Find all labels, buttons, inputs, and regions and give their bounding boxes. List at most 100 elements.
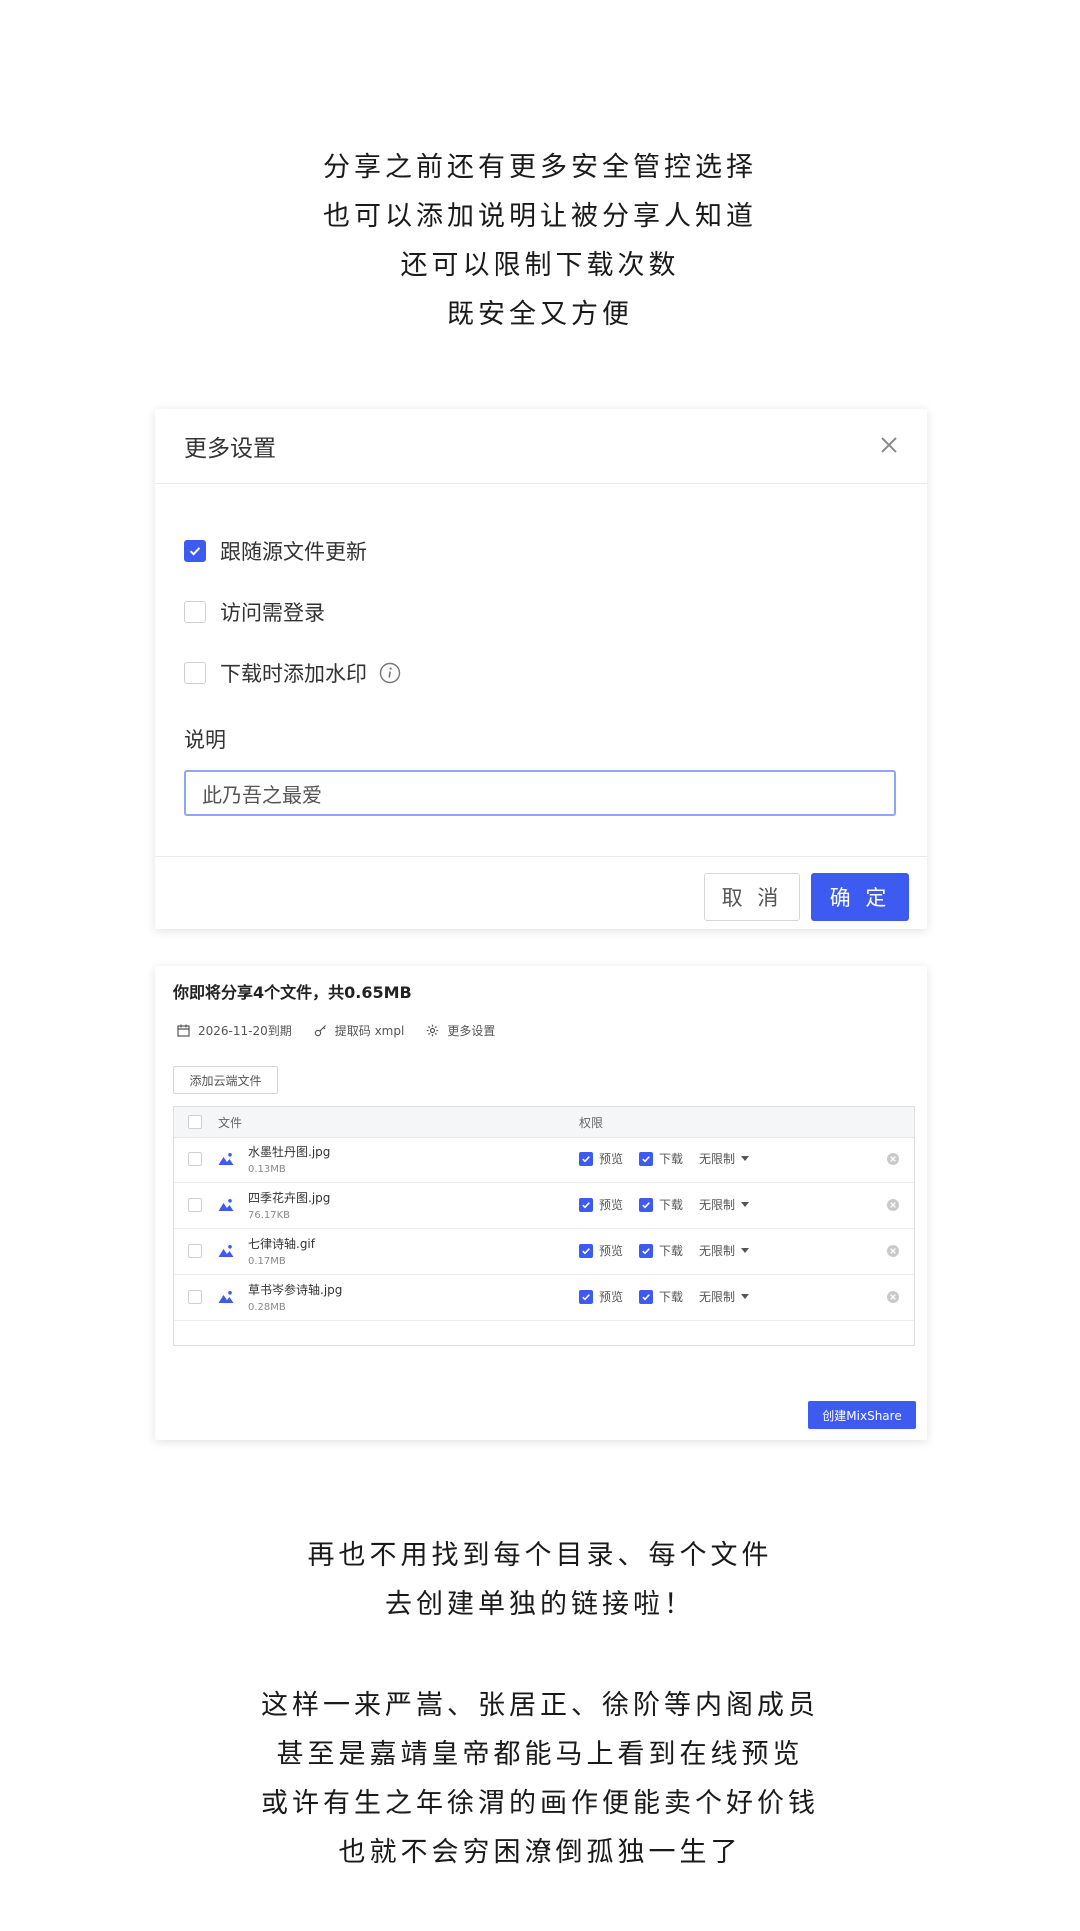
download-label: 下载 xyxy=(659,1152,684,1166)
key-icon xyxy=(314,1025,326,1037)
preview-label: 预览 xyxy=(599,1198,624,1212)
table-row: 七律诗轴.gif 0.17MB 预览 下载 无限制 xyxy=(174,1229,914,1275)
dialog-header: 更多设置 xyxy=(155,409,927,484)
permission-controls: 预览 下载 无限制 xyxy=(579,1150,750,1167)
gear-icon xyxy=(427,1024,439,1037)
info-icon[interactable] xyxy=(379,662,401,684)
download-limit-select[interactable]: 无限制 xyxy=(699,1288,750,1305)
table-row: 水墨牡丹图.jpg 0.13MB 预览 下载 无限制 xyxy=(174,1137,914,1183)
caption-line: 既安全又方便 xyxy=(447,299,633,330)
caption-middle: 再也不用找到每个目录、每个文件 去创建单独的链接啦！ xyxy=(0,1531,1080,1629)
preview-label: 预览 xyxy=(599,1244,624,1258)
download-limit-select[interactable]: 无限制 xyxy=(699,1196,750,1213)
preview-checkbox[interactable] xyxy=(579,1151,593,1166)
preview-checkbox[interactable] xyxy=(579,1289,593,1304)
option-label: 访问需登录 xyxy=(220,601,325,625)
image-file-icon xyxy=(218,1245,234,1257)
permission-controls: 预览 下载 无限制 xyxy=(579,1288,750,1305)
image-file-icon xyxy=(218,1153,234,1165)
caret-down-icon xyxy=(741,1202,750,1207)
row-checkbox[interactable] xyxy=(188,1244,202,1258)
file-name: 七律诗轴.gif xyxy=(248,1237,315,1251)
check-icon xyxy=(582,1201,590,1208)
download-limit-value: 无限制 xyxy=(699,1152,736,1166)
check-icon xyxy=(582,1155,590,1162)
caption-line: 或许有生之年徐渭的画作便能卖个好价钱 xyxy=(261,1788,819,1819)
image-file-icon xyxy=(218,1199,234,1211)
code-text: 提取码 xmpl xyxy=(334,1024,405,1038)
download-limit-select[interactable]: 无限制 xyxy=(699,1242,750,1259)
more-settings-text: 更多设置 xyxy=(447,1024,496,1038)
share-meta: 2026-11-20到期 提取码 xmpl 更多设置 xyxy=(177,1022,517,1039)
option-login-required[interactable]: 访问需登录 xyxy=(184,597,325,627)
download-checkbox[interactable] xyxy=(639,1289,654,1304)
permission-controls: 预览 下载 无限制 xyxy=(579,1196,750,1213)
check-icon xyxy=(642,1247,650,1254)
table-header: 文件 权限 xyxy=(174,1107,914,1138)
download-limit-select[interactable]: 无限制 xyxy=(699,1150,750,1167)
check-icon xyxy=(642,1155,650,1162)
caption-line: 也可以添加说明让被分享人知道 xyxy=(323,201,757,232)
check-icon xyxy=(642,1201,650,1208)
more-settings-link[interactable]: 更多设置 xyxy=(426,1022,495,1039)
caret-down-icon xyxy=(741,1294,750,1299)
caption-line: 甚至是嘉靖皇帝都能马上看到在线预览 xyxy=(276,1739,804,1770)
check-icon xyxy=(642,1293,650,1300)
create-mixshare-button[interactable]: 创建MixShare xyxy=(808,1401,916,1429)
download-limit-value: 无限制 xyxy=(699,1198,736,1212)
expiry-setting[interactable]: 2026-11-20到期 xyxy=(177,1022,292,1039)
preview-checkbox[interactable] xyxy=(579,1197,593,1212)
add-cloud-files-button[interactable]: 添加云端文件 xyxy=(173,1066,278,1094)
download-limit-value: 无限制 xyxy=(699,1290,736,1304)
checkbox[interactable] xyxy=(184,601,206,623)
option-label: 下载时添加水印 xyxy=(220,662,367,686)
check-icon xyxy=(582,1247,590,1254)
option-follow-source[interactable]: 跟随源文件更新 xyxy=(184,536,367,566)
check-icon xyxy=(189,547,201,556)
remove-icon[interactable] xyxy=(886,1198,900,1212)
file-size: 0.13MB xyxy=(248,1164,286,1175)
remove-icon[interactable] xyxy=(886,1244,900,1258)
code-setting[interactable]: 提取码 xmpl xyxy=(314,1022,405,1039)
calendar-icon xyxy=(177,1024,190,1037)
table-row: 四季花卉图.jpg 76.17KB 预览 下载 无限制 xyxy=(174,1183,914,1229)
share-panel: 你即将分享4个文件，共0.65MB 2026-11-20到期 提取码 xmpl … xyxy=(155,966,927,1440)
row-checkbox[interactable] xyxy=(188,1290,202,1304)
file-name: 水墨牡丹图.jpg xyxy=(248,1145,331,1159)
caption-line: 这样一来严嵩、张居正、徐阶等内阁成员 xyxy=(261,1690,819,1721)
download-checkbox[interactable] xyxy=(639,1197,654,1212)
file-size: 76.17KB xyxy=(248,1210,291,1221)
caret-down-icon xyxy=(741,1248,750,1253)
checkbox-checked[interactable] xyxy=(184,540,206,562)
permission-controls: 预览 下载 无限制 xyxy=(579,1242,750,1259)
caption-line: 再也不用找到每个目录、每个文件 xyxy=(307,1540,773,1571)
download-label: 下载 xyxy=(659,1290,684,1304)
download-label: 下载 xyxy=(659,1244,684,1258)
select-all-checkbox[interactable] xyxy=(188,1115,202,1129)
checkbox[interactable] xyxy=(184,662,206,684)
row-checkbox[interactable] xyxy=(188,1198,202,1212)
cancel-button[interactable]: 取 消 xyxy=(704,873,800,921)
close-icon[interactable] xyxy=(873,429,905,461)
preview-label: 预览 xyxy=(599,1290,624,1304)
caption-line: 还可以限制下载次数 xyxy=(400,250,680,281)
share-title: 你即将分享4个文件，共0.65MB xyxy=(173,983,412,1002)
caption-line: 也就不会穷困潦倒孤独一生了 xyxy=(338,1837,742,1868)
column-header-file: 文件 xyxy=(218,1116,243,1130)
check-icon xyxy=(582,1293,590,1300)
remove-icon[interactable] xyxy=(886,1290,900,1304)
file-size: 0.28MB xyxy=(248,1302,286,1313)
description-input[interactable] xyxy=(184,770,896,816)
remove-icon[interactable] xyxy=(886,1152,900,1166)
file-table: 文件 权限 水墨牡丹图.jpg 0.13MB 预览 下载 无限制 四季花卉图.jpg 76.… xyxy=(173,1106,915,1346)
divider xyxy=(155,856,927,857)
expiry-text: 2026-11-20到期 xyxy=(198,1024,292,1038)
download-checkbox[interactable] xyxy=(639,1243,654,1258)
option-watermark[interactable]: 下载时添加水印 xyxy=(184,658,401,688)
download-checkbox[interactable] xyxy=(639,1151,654,1166)
row-checkbox[interactable] xyxy=(188,1152,202,1166)
caption-line: 分享之前还有更多安全管控选择 xyxy=(323,152,757,183)
preview-checkbox[interactable] xyxy=(579,1243,593,1258)
confirm-button[interactable]: 确 定 xyxy=(811,873,909,921)
file-name: 草书岑参诗轴.jpg xyxy=(248,1283,343,1297)
